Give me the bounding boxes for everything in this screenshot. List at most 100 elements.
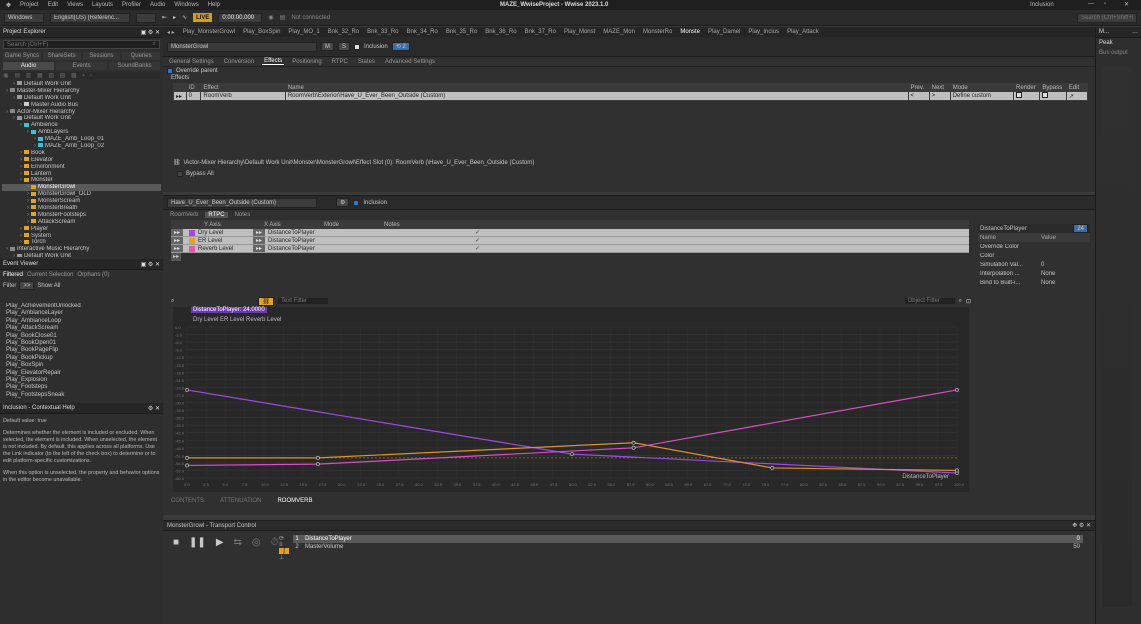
tree-item[interactable]: › Book [2,150,161,157]
tree-item[interactable]: › MonsterGrowl_OLD [2,191,161,198]
step-icon[interactable]: ⇤ [162,14,167,21]
bypass-all-checkbox[interactable] [177,171,183,177]
expand-arrow-icon[interactable]: › [20,102,22,108]
menu-audio[interactable]: Audio [150,2,165,8]
effect-name[interactable]: RoomVerb\Exterior\Have_U_Ever_Been_Outsi… [284,91,909,101]
expand-arrow-icon[interactable]: › [13,81,15,87]
tab-queries[interactable]: Queries [122,52,160,60]
tab-roomverb[interactable]: RoomVerb [167,212,201,218]
edit-effect-button[interactable]: ⚙ [336,198,350,207]
expand-arrow-icon[interactable]: › [34,143,36,149]
tree-item[interactable]: › Default Work Unit [2,253,161,257]
tab-notes[interactable]: Notes [232,212,254,218]
menu-views[interactable]: Views [67,2,83,8]
tree-item[interactable]: › Default Work Unit [2,81,161,88]
expand-arrow-icon[interactable]: › [27,205,29,211]
tree-item[interactable]: › Default Work Unit [2,95,161,102]
language-select[interactable]: English(US) (Referenc... [50,12,130,23]
event-item[interactable]: Play_ElevatorRepair [0,370,163,377]
minimize-icon[interactable]: — [1088,1,1094,7]
property-value[interactable]: None [1038,280,1058,286]
effect-name-field[interactable]: Have_U_Ever_Been_Outside (Custom) [167,197,317,208]
expand-arrow-icon[interactable]: › [27,212,29,218]
tab-orphans[interactable]: Orphans (0) [77,272,109,278]
tree-item[interactable]: › Actor-Mixer Hierarchy [2,109,161,116]
rtpc-enabled-check[interactable]: ✓ [475,229,480,236]
menu-layouts[interactable]: Layouts [92,2,113,8]
x-axis-expand-icon[interactable]: ▸▸ [253,245,265,252]
tab-contents[interactable]: CONTENTS [171,498,204,504]
filter-value[interactable]: Show All [37,283,60,289]
rtpc-row[interactable]: ▸▸ ER Level ▸▸ DistanceToPlayer ✓ [171,237,969,245]
platform-link-button[interactable]: ⟲ 2 [391,42,410,51]
editor-tab[interactable]: Play_MO_1 [288,29,319,35]
tree-item[interactable]: › MAZE_Amb_Loop_02 [2,143,161,150]
editor-tab[interactable]: MAZE_Mon [603,29,635,35]
transport-rtpc-row[interactable]: 2 MasterVolume 50 [293,543,1083,551]
maximize-icon[interactable]: ▫ [1104,1,1106,7]
loop-icon[interactable]: ⇆ [234,537,242,548]
y-axis-value[interactable]: ER Level [198,238,253,244]
tree-item[interactable]: › MAZE_Amb_Loop_01 [2,136,161,143]
peak-tab[interactable]: Peak [1096,38,1141,48]
tab-advanced-settings[interactable]: Advanced Settings [383,59,437,65]
rtpc-graph[interactable]: DistanceToPlayer: 24.0000 Dry Level ER L… [173,307,969,492]
tree-item[interactable]: › MonsterBreath [2,205,161,212]
search-icon[interactable]: ⌕ [959,298,962,305]
rtpc-row[interactable]: ▸▸ Dry Level ▸▸ DistanceToPlayer ✓ [171,229,969,237]
profiler-icon[interactable]: ▤ [280,14,286,21]
panel-menu-icon[interactable]: ▣ ⚙ ✕ [141,261,160,268]
transport-rtpc-row[interactable]: 1 DistanceToPlayer 0 [293,535,1083,543]
expand-arrow-icon[interactable]: › [20,150,22,156]
y-axis-value[interactable]: Dry Level [198,230,253,236]
x-axis-value[interactable]: DistanceToPlayer [265,238,475,244]
expand-arrow-icon[interactable]: › [20,171,22,177]
tree-item[interactable]: › Master-Mixer Hierarchy [2,88,161,95]
tree-item[interactable]: › Interactive Music Hierarchy [2,246,161,253]
tree-item[interactable]: › Torch [2,239,161,246]
inclusion-checkbox[interactable] [354,43,361,50]
rtpc-enabled-check[interactable]: ✓ [475,245,480,252]
property-row[interactable]: Interpolation ... None [978,269,1090,278]
effect-mode-select[interactable]: Define custom [949,91,1015,101]
fit-icon[interactable]: ⊡ [966,298,971,305]
text-filter-input[interactable]: Text Filter [278,298,328,304]
rtpc-enabled-check[interactable]: ✓ [475,237,480,244]
event-item[interactable]: Play_BookClose01 [0,333,163,340]
property-row[interactable]: Override Color [978,242,1090,251]
event-item[interactable]: Play_AmbianceLayer [0,310,163,317]
tab-general-settings[interactable]: General Settings [167,59,216,65]
meter-icon[interactable]: ⏱ [271,537,279,548]
tab-roomverb[interactable]: ROOMVERB [277,498,312,504]
expand-arrow-icon[interactable]: › [20,164,22,170]
expand-arrow-icon[interactable]: › [13,253,15,257]
tab-rtpc[interactable]: RTPC [330,59,350,65]
tab-nav-icon[interactable]: ◂ ▸ [167,29,175,36]
tab-events[interactable]: Events [56,62,107,70]
effect-inclusion-checkbox[interactable] [353,199,360,206]
next-button[interactable]: > [928,91,951,101]
tree-item[interactable]: › AttackScream [2,219,161,226]
tab-soundbanks[interactable]: SoundBanks [109,62,160,70]
tab-game-syncs[interactable]: Game Syncs [3,52,41,60]
edit-button[interactable]: ↗ [1065,91,1089,101]
override-parent-checkbox[interactable] [167,68,173,74]
add-rtpc-button[interactable]: ▸▸ [171,253,181,261]
editor-tab[interactable]: Play_MonsterGrowl [183,29,235,35]
expand-arrow-icon[interactable]: › [13,115,15,121]
prev-button[interactable]: < [907,91,930,101]
curve-point[interactable] [185,463,189,468]
effect-row[interactable]: ▸▸ 0 RoomVerb RoomVerb\Exterior\Have_U_E… [173,91,1089,101]
live-badge[interactable]: LIVE [193,13,213,22]
waveform-icon[interactable]: ∿ [182,14,187,21]
tab-sessions[interactable]: Sessions [82,52,121,60]
expand-arrow-icon[interactable]: › [27,219,29,225]
event-item[interactable]: Play_BookOpen01 [0,340,163,347]
editor-tab[interactable]: Bnk_36_Ro [485,29,516,35]
expand-icon[interactable]: ▸▸ [171,245,183,252]
expand-arrow-icon[interactable]: › [34,136,36,142]
panel-menu-icon[interactable]: ✥ ⚙ ✕ [1072,522,1091,529]
tree-item[interactable]: › Monster [2,177,161,184]
expand-arrow-icon[interactable]: › [20,233,22,239]
tab-filtered[interactable]: Filtered [3,272,23,278]
